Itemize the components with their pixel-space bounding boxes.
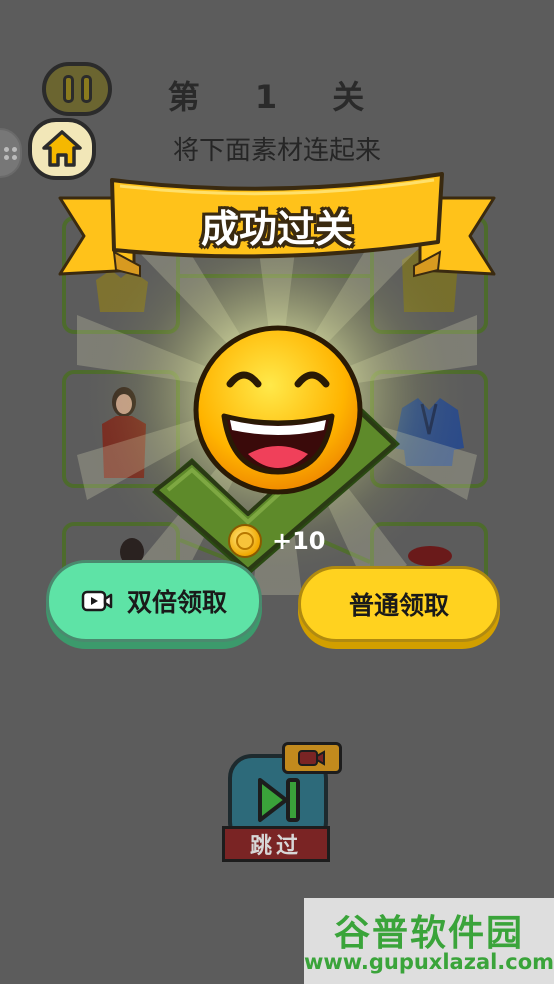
watermark-url: www.gupuxlazal.com (304, 950, 554, 974)
normal-claim-label: 普通领取 (348, 591, 449, 620)
video-camera-icon (298, 750, 325, 766)
success-banner-text: 成功过关 (200, 207, 353, 251)
video-badge (282, 742, 342, 774)
watermark: 谷普软件园 www.gupuxlazal.com (304, 898, 554, 984)
coin-icon (228, 524, 262, 558)
laughing-emoji-icon (193, 325, 363, 495)
reward-display: +10 (228, 520, 326, 562)
watermark-brand: 谷普软件园 (333, 913, 524, 954)
normal-claim-button[interactable]: 普通领取 (298, 566, 500, 642)
game-screen: 第 1 关 将下面素材连起来 成功过关 +10 双倍领取 普通领取 跳过 谷普软… (0, 0, 554, 984)
skip-button[interactable]: 跳过 (222, 742, 342, 862)
video-camera-icon (81, 590, 113, 612)
double-claim-button[interactable]: 双倍领取 (46, 560, 262, 642)
double-claim-label: 双倍领取 (126, 588, 227, 617)
reward-amount: +10 (272, 527, 326, 555)
play-skip-icon (258, 778, 300, 822)
skip-label: 跳过 (249, 834, 302, 859)
